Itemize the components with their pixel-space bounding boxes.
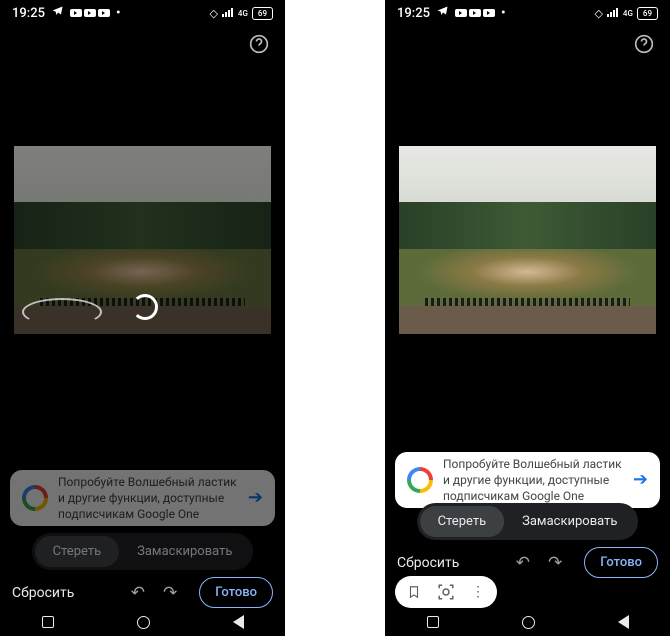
mode-toggle: Стереть Замаскировать — [417, 503, 639, 540]
redo-icon[interactable]: ↷ — [163, 583, 177, 603]
home-icon[interactable] — [137, 616, 150, 629]
promo-text: Попробуйте Волшебный ластик и другие фун… — [58, 474, 238, 523]
erase-selection — [22, 298, 102, 326]
dot-icon: • — [501, 6, 506, 21]
mode-toggle: Стереть Замаскировать — [32, 533, 254, 570]
bottom-actions: Сбросить ↶ ↷ Готово — [0, 577, 285, 608]
net-label: 4G — [238, 9, 248, 18]
android-nav — [0, 608, 285, 636]
promo-card[interactable]: Попробуйте Волшебный ластик и другие фун… — [10, 470, 275, 526]
help-icon[interactable] — [634, 34, 654, 58]
arrow-right-icon[interactable]: ➔ — [248, 486, 263, 510]
status-bar: 19:25 • ◇ 4G 69 — [385, 0, 670, 26]
location-icon: ◇ — [209, 7, 217, 20]
status-time: 19:25 — [397, 6, 430, 21]
promo-card[interactable]: Попробуйте Волшебный ластик и другие фун… — [395, 452, 660, 508]
bottom-actions: Сбросить ↶ ↷ Готово — [385, 547, 670, 578]
google-one-icon — [22, 485, 48, 511]
recents-icon[interactable] — [427, 616, 439, 628]
promo-text: Попробуйте Волшебный ластик и другие фун… — [443, 456, 623, 505]
dot-icon: • — [116, 6, 121, 21]
telegram-icon — [51, 5, 64, 21]
mask-tab[interactable]: Замаскировать — [119, 536, 250, 567]
net-label: 4G — [623, 9, 633, 18]
youtube-icon — [483, 9, 495, 17]
bookmark-icon[interactable] — [403, 581, 425, 603]
android-nav — [385, 608, 670, 636]
lens-toolbar: ⋮ — [395, 576, 497, 608]
status-bar: 19:25 • ◇ 4G 69 — [0, 0, 285, 26]
youtube-icon — [98, 9, 110, 17]
arrow-right-icon[interactable]: ➔ — [633, 468, 648, 492]
battery-icon: 69 — [252, 7, 273, 20]
youtube-icon — [469, 9, 481, 17]
recents-icon[interactable] — [42, 616, 54, 628]
photo-preview[interactable] — [399, 146, 656, 334]
more-icon[interactable]: ⋮ — [467, 581, 489, 603]
battery-icon: 69 — [637, 7, 658, 20]
home-icon[interactable] — [522, 616, 535, 629]
reset-button[interactable]: Сбросить — [397, 555, 459, 571]
help-icon[interactable] — [249, 34, 269, 58]
redo-icon[interactable]: ↷ — [548, 553, 562, 573]
done-button[interactable]: Готово — [199, 577, 273, 608]
done-button[interactable]: Готово — [584, 547, 658, 578]
location-icon: ◇ — [594, 7, 602, 20]
reset-button[interactable]: Сбросить — [12, 585, 74, 601]
youtube-icon — [70, 9, 82, 17]
status-time: 19:25 — [12, 6, 45, 21]
undo-icon[interactable]: ↶ — [516, 553, 530, 573]
photo-preview[interactable] — [14, 146, 271, 334]
signal-icon — [607, 6, 619, 21]
erase-tab[interactable]: Стереть — [35, 536, 120, 567]
signal-icon — [222, 6, 234, 21]
google-one-icon — [407, 467, 433, 493]
undo-icon[interactable]: ↶ — [131, 583, 145, 603]
phone-right-result: 19:25 • ◇ 4G 69 — [385, 0, 670, 636]
phone-left-loading: 19:25 • ◇ 4G 69 — [0, 0, 285, 636]
mask-tab[interactable]: Замаскировать — [504, 506, 635, 537]
youtube-icon — [455, 9, 467, 17]
lens-icon[interactable] — [435, 581, 457, 603]
telegram-icon — [436, 5, 449, 21]
youtube-icon — [84, 9, 96, 17]
back-icon[interactable] — [233, 615, 244, 629]
erase-tab[interactable]: Стереть — [420, 506, 505, 537]
back-icon[interactable] — [618, 615, 629, 629]
